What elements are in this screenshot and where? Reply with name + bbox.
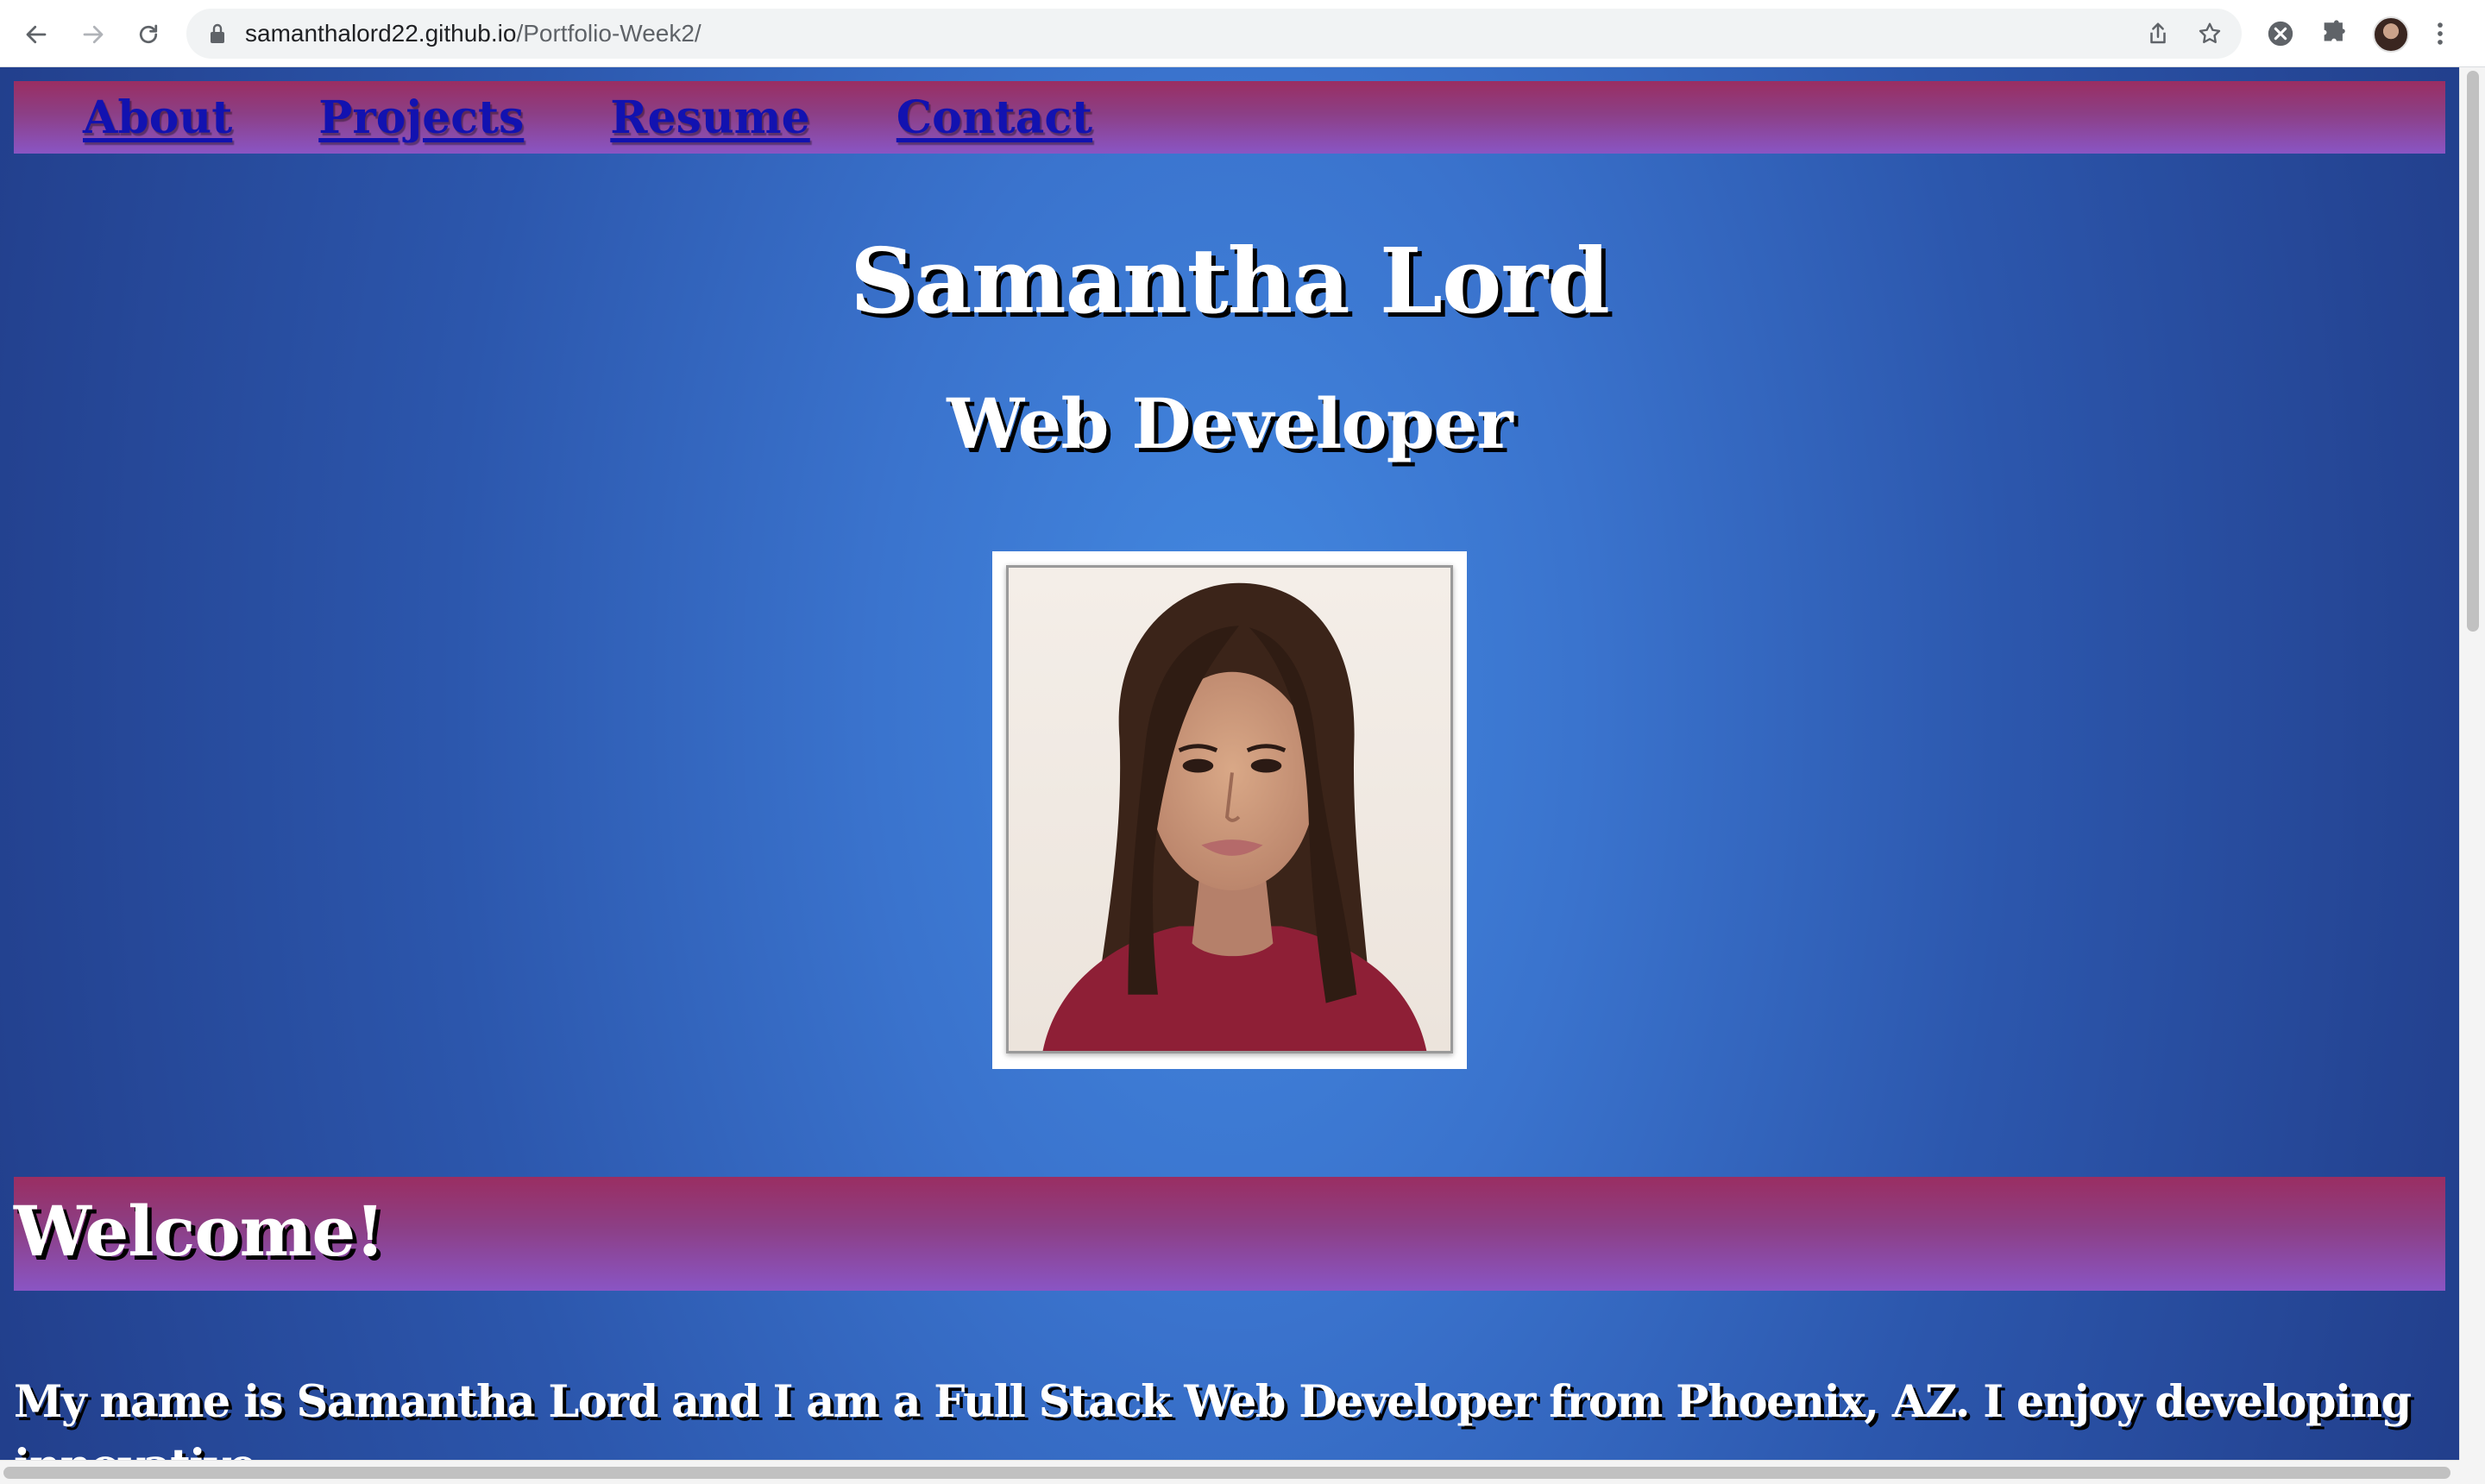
profile-avatar[interactable] <box>2373 16 2409 53</box>
address-bar[interactable]: samanthalord22.github.io/Portfolio-Week2… <box>186 9 2242 59</box>
arrow-right-icon <box>83 25 104 44</box>
lock-icon <box>211 23 224 43</box>
horizontal-scrollbar[interactable] <box>0 1460 2459 1484</box>
reload-icon <box>139 24 158 44</box>
hero-role: Web Developer <box>947 383 1513 464</box>
profile-photo-frame <box>992 551 1467 1069</box>
scrollbar-corner <box>2459 1460 2485 1484</box>
horizontal-scroll-thumb[interactable] <box>3 1467 2450 1479</box>
page-viewport: About Projects Resume Contact Samantha L… <box>0 67 2459 1460</box>
extension-x-icon[interactable] <box>2266 19 2295 48</box>
forward-button[interactable] <box>74 16 112 53</box>
star-icon[interactable] <box>2197 21 2223 47</box>
browser-toolbar: samanthalord22.github.io/Portfolio-Week2… <box>0 0 2485 67</box>
portrait-illustration <box>1009 568 1450 1051</box>
vertical-scroll-thumb[interactable] <box>2467 71 2479 632</box>
nav-link-about[interactable]: About <box>83 91 232 144</box>
share-icon[interactable] <box>2145 21 2171 47</box>
url-text[interactable]: samanthalord22.github.io/Portfolio-Week2… <box>245 9 701 59</box>
arrow-left-icon <box>26 25 47 44</box>
hero-name: Samantha Lord <box>850 228 1610 334</box>
nav-link-contact[interactable]: Contact <box>896 91 1092 144</box>
nav-link-projects[interactable]: Projects <box>318 91 524 144</box>
url-path: /Portfolio-Week2/ <box>516 20 701 47</box>
site-navbar: About Projects Resume Contact <box>14 81 2445 154</box>
nav-link-resume[interactable]: Resume <box>610 91 810 144</box>
url-host: samanthalord22.github.io <box>245 20 517 47</box>
reload-button[interactable] <box>129 16 167 53</box>
back-button[interactable] <box>17 16 55 53</box>
profile-photo <box>1006 565 1453 1053</box>
welcome-banner: Welcome! <box>14 1177 2445 1291</box>
kebab-menu-icon[interactable] <box>2432 19 2449 48</box>
intro-paragraph: My name is Samantha Lord and I am a Full… <box>14 1376 2412 1460</box>
vertical-scrollbar[interactable] <box>2459 67 2485 1460</box>
puzzle-icon[interactable] <box>2319 19 2349 48</box>
welcome-heading: Welcome! <box>14 1191 385 1272</box>
